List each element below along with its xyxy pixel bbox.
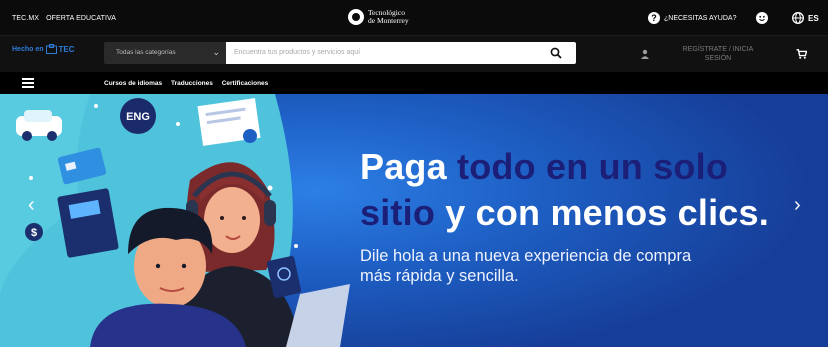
category-select[interactable]: Todas las categorías ⌄ <box>104 42 226 64</box>
globe-icon <box>792 12 804 24</box>
nav-item-traducciones[interactable]: Traducciones <box>171 80 213 87</box>
headline-part-2: todo en un solo <box>457 146 729 187</box>
top-links: TEC.MX OFERTA EDUCATIVA <box>12 15 121 22</box>
eng-badge-text: ENG <box>126 111 150 123</box>
certificate-icon <box>197 98 261 146</box>
language-label: ES <box>808 13 819 23</box>
carousel-next-button[interactable]: › <box>794 194 801 217</box>
nav-item-cursos[interactable]: Cursos de idiomas <box>104 80 162 87</box>
search-placeholder: Encuentra tus productos y servicios aquí <box>234 49 361 56</box>
help-button[interactable]: ? ¿NECESITAS AYUDA? <box>648 12 736 24</box>
shop-icon <box>45 44 57 54</box>
subtitle-line-2: más rápida y sencilla. <box>360 267 519 285</box>
headline-part-3: sitio <box>360 192 436 233</box>
menu-icon[interactable] <box>22 78 34 88</box>
eng-badge: ENG <box>120 98 156 134</box>
main-nav: Cursos de idiomas Traducciones Certifica… <box>0 72 828 94</box>
user-icon[interactable] <box>640 49 650 59</box>
brand-line-2: de Monterrey <box>368 16 409 25</box>
search-icon[interactable] <box>550 47 562 59</box>
hero-subtitle: Dile hola a una nueva experiencia de com… <box>360 246 769 286</box>
dollar-icon: $ <box>31 227 37 239</box>
hero-copy: Paga todo en un solo sitio y con menos c… <box>360 144 769 286</box>
face-icon[interactable] <box>756 12 768 24</box>
oferta-educativa-link[interactable]: OFERTA EDUCATIVA <box>46 15 116 22</box>
tec-mx-link[interactable]: TEC.MX <box>12 15 39 22</box>
search-input[interactable]: Encuentra tus productos y servicios aquí <box>226 42 576 64</box>
hero-banner[interactable]: ENG $ ‹ Paga todo en un solo sitio y con… <box>0 94 828 347</box>
top-bar: TEC.MX OFERTA EDUCATIVA Tecnológico de M… <box>0 0 828 36</box>
nav-item-certificaciones[interactable]: Certificaciones <box>222 80 269 87</box>
cart-icon[interactable] <box>796 49 807 59</box>
book-icon <box>57 188 119 258</box>
nav-items: Cursos de idiomas Traducciones Certifica… <box>104 80 275 87</box>
hero-headline: Paga todo en un solo sitio y con menos c… <box>360 144 769 236</box>
carousel-prev-button[interactable]: ‹ <box>28 194 35 217</box>
seal-icon <box>348 9 364 25</box>
language-selector[interactable]: ES <box>792 12 819 24</box>
headline-part-4: y con menos clics. <box>435 192 769 233</box>
chevron-down-icon: ⌄ <box>212 47 220 57</box>
login-link[interactable]: REGÍSTRATE / INICIA SESIÓN <box>672 45 764 63</box>
subtitle-line-1: Dile hola a una nueva experiencia de com… <box>360 247 692 265</box>
brand-name: Tecnológico de Monterrey <box>368 9 409 25</box>
category-label: Todas las categorías <box>116 49 176 56</box>
search-bar: Hecho en TEC Todas las categorías ⌄ Encu… <box>0 36 828 72</box>
question-circle-icon: ? <box>648 12 660 24</box>
hecho-en-tec-logo[interactable]: Hecho en TEC <box>12 44 75 54</box>
hero-illustration: ENG $ <box>0 94 350 347</box>
brand-logo[interactable]: Tecnológico de Monterrey <box>348 9 409 25</box>
headline-part-1: Paga <box>360 146 458 187</box>
help-label: ¿NECESITAS AYUDA? <box>664 14 737 22</box>
logo-tec: TEC <box>58 44 75 54</box>
logo-text: Hecho en <box>12 45 44 53</box>
